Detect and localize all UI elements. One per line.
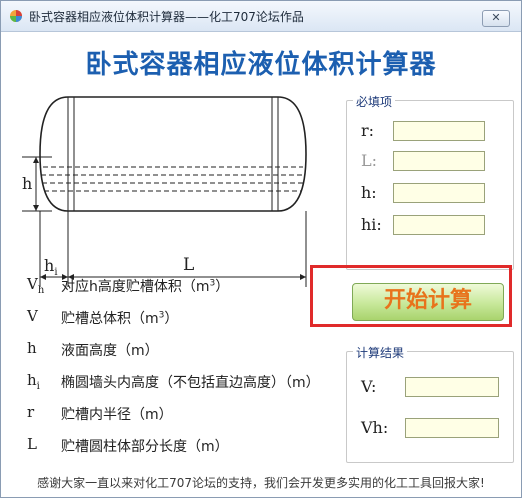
definition-symbol: h <box>27 339 37 357</box>
L-label: L <box>183 255 194 275</box>
close-button[interactable]: ✕ <box>482 10 510 27</box>
field-label: V: <box>361 377 377 396</box>
definition-text: 贮槽总体积（m3） <box>61 310 179 327</box>
h-label: h <box>22 174 32 193</box>
definition-symbol: hi <box>27 371 40 392</box>
V-output[interactable] <box>405 377 499 397</box>
field-label: L: <box>361 151 378 170</box>
field-label: h: <box>361 183 377 202</box>
h-arrow-up <box>33 157 39 163</box>
field-label: Vh: <box>361 418 389 437</box>
definition-row: V 贮槽总体积（m3） <box>27 307 347 329</box>
footer-text: 感谢大家一直以来对化工707论坛的支持，我们会开发更多实用的化工工具回报大家! <box>37 476 485 490</box>
definition-row: h 液面高度（m） <box>27 339 347 361</box>
definition-row: L 贮槽圆柱体部分长度（m） <box>27 435 347 457</box>
h-input[interactable] <box>393 183 485 203</box>
definition-row: r 贮槽内半径（m） <box>27 403 347 425</box>
definition-symbol: r <box>27 403 35 421</box>
required-fields-group: 必填项 r: L: h: hi: <box>346 93 514 270</box>
title-bar: 卧式容器相应液位体积计算器——化工707论坛作品 ✕ <box>1 1 521 32</box>
definition-row: Vh 对应h高度贮槽体积（m3） <box>27 275 347 297</box>
definition-text: 贮槽内半径（m） <box>61 407 173 423</box>
start-calculate-button[interactable]: 开始计算 <box>352 283 504 321</box>
Vh-output[interactable] <box>405 418 499 438</box>
definition-text: 椭圆墙头内高度（不包括直边高度）（m） <box>61 375 320 391</box>
results-group-legend: 计算结果 <box>353 344 408 361</box>
definition-symbol: L <box>27 435 37 453</box>
required-group-legend: 必填项 <box>353 93 396 110</box>
definition-row: hi 椭圆墙头内高度（不包括直边高度）（m） <box>27 371 347 393</box>
page-title: 卧式容器相应液位体积计算器 <box>85 50 437 80</box>
window-title: 卧式容器相应液位体积计算器——化工707论坛作品 <box>29 10 304 24</box>
field-label: hi: <box>361 215 382 234</box>
r-input[interactable] <box>393 121 485 141</box>
vessel-outline <box>39 96 307 212</box>
definition-symbol: Vh <box>27 275 45 296</box>
definition-text: 对应h高度贮槽体积（m3） <box>61 278 230 295</box>
h-arrow-down <box>33 205 39 211</box>
app-logo-icon <box>10 10 22 22</box>
definition-symbol: V <box>27 307 38 325</box>
results-group: 计算结果 V: Vh: <box>346 344 514 463</box>
definition-text: 贮槽圆柱体部分长度（m） <box>61 439 229 455</box>
tank-diagram: h hi L <box>22 96 307 287</box>
app-window: 卧式容器相应液位体积计算器——化工707论坛作品 ✕ 卧式容器相应液位体积计算器… <box>0 0 522 498</box>
definition-text: 液面高度（m） <box>61 343 159 359</box>
L-input[interactable] <box>393 151 485 171</box>
field-label: r: <box>361 121 375 140</box>
hi-input[interactable] <box>393 215 485 235</box>
main-content: 卧式容器相应液位体积计算器 h hi L 必填项 r: L: h: hi: 开始… <box>1 32 521 497</box>
